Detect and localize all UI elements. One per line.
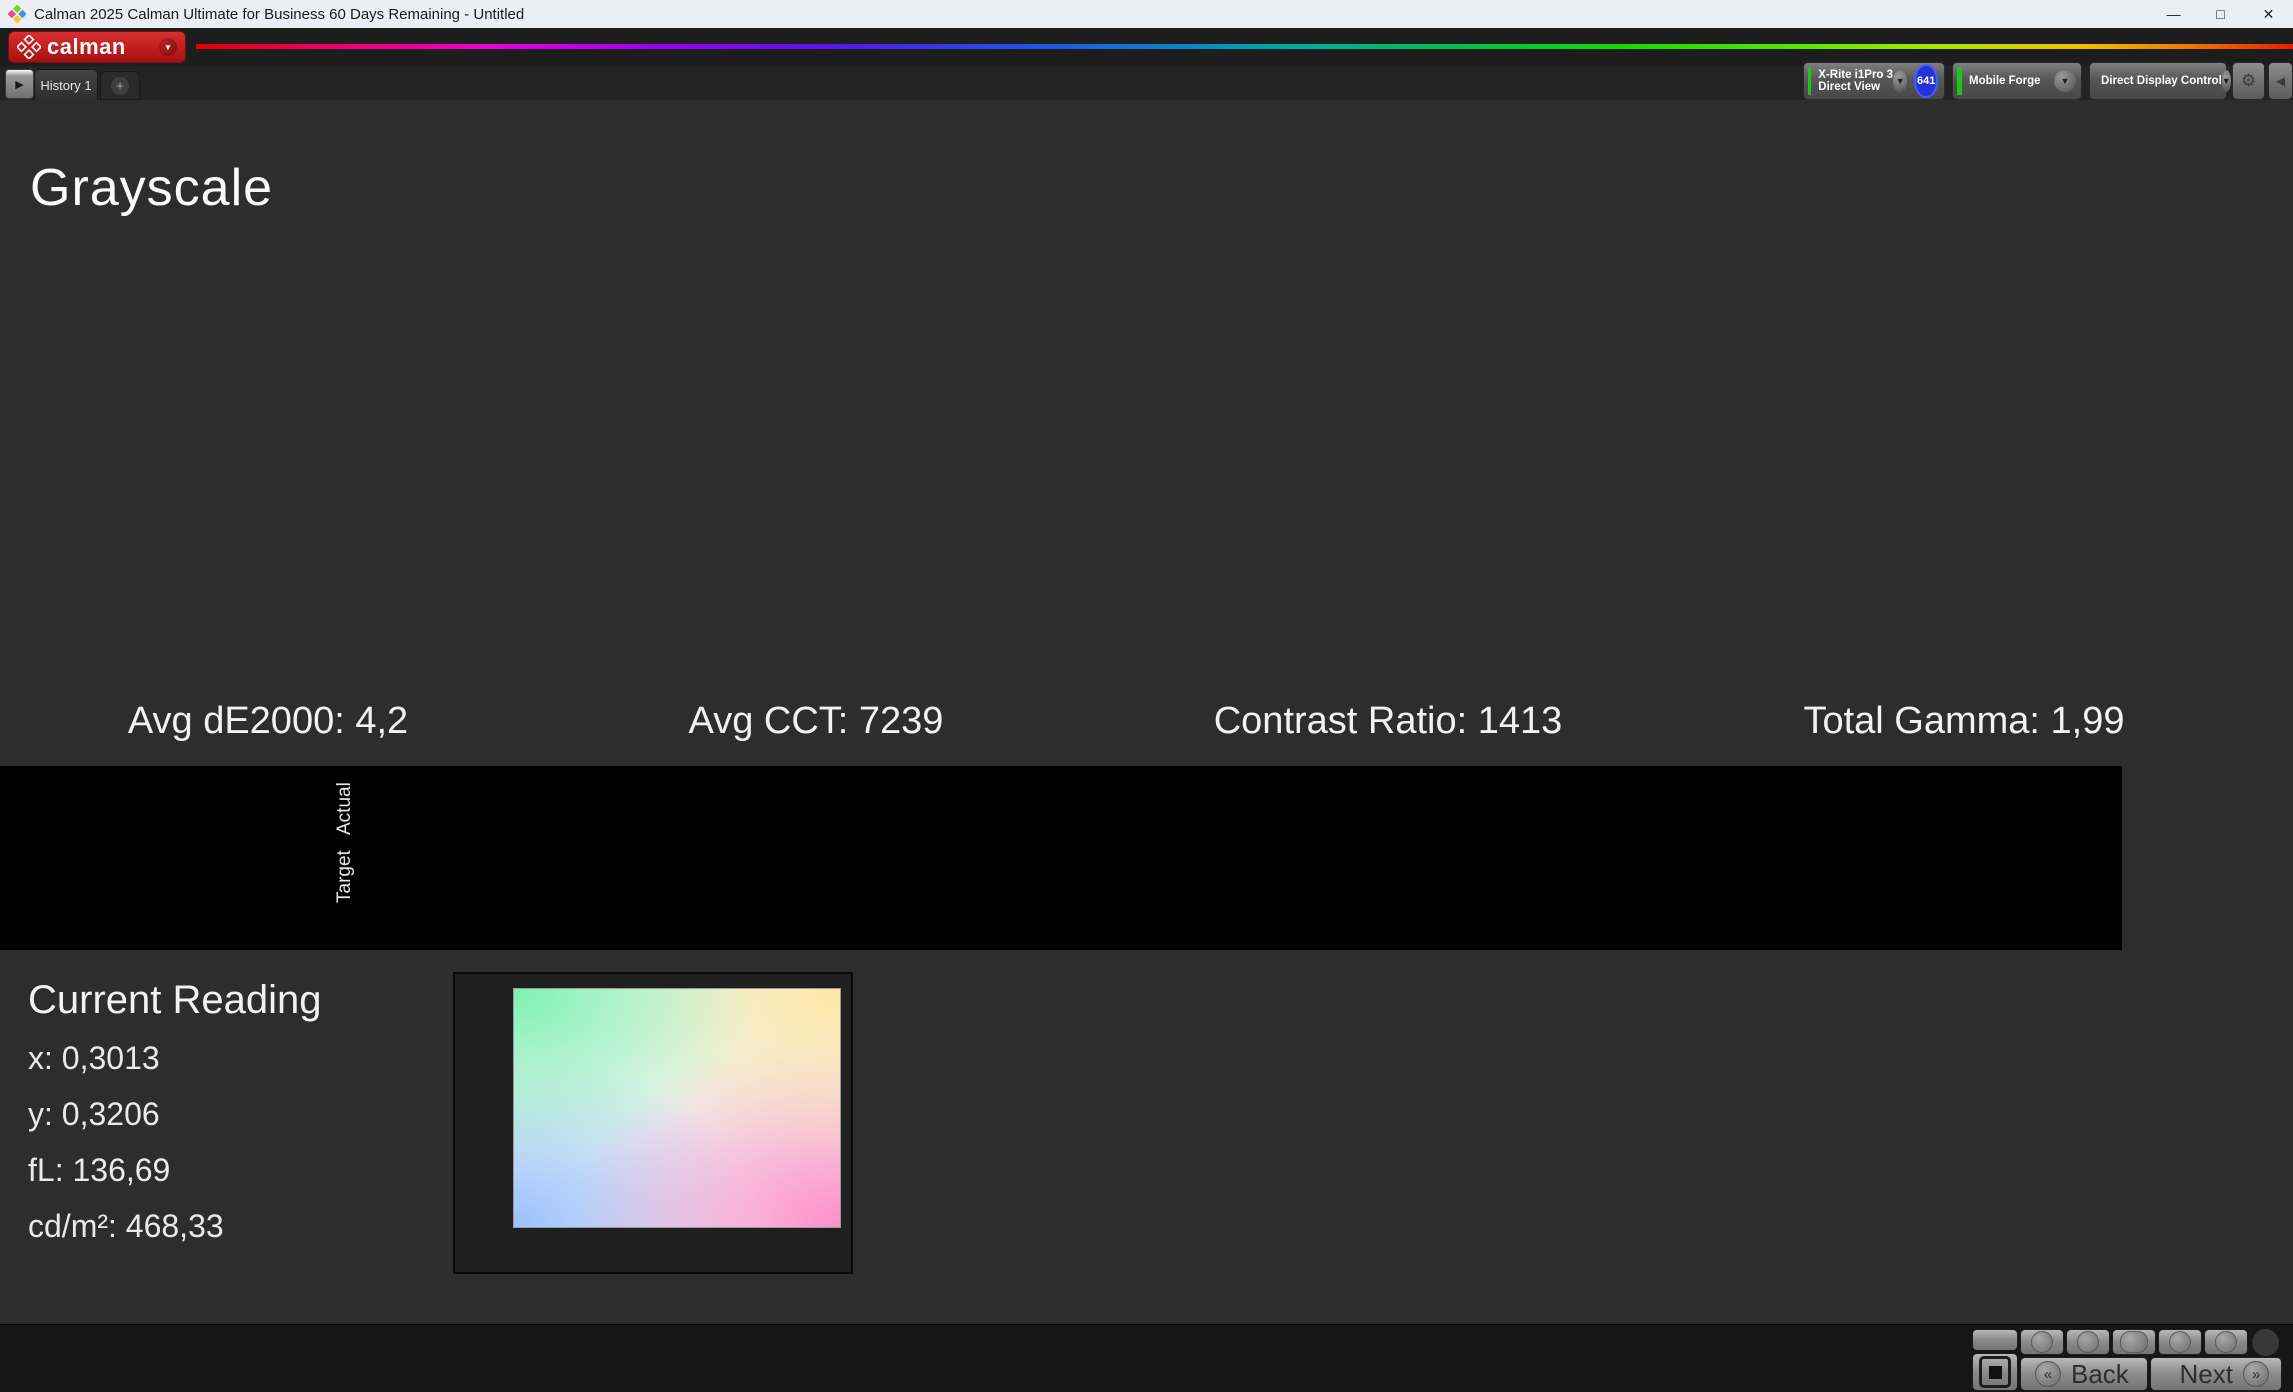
minimize-button[interactable]: — xyxy=(2150,0,2197,28)
stop-icon xyxy=(2031,1331,2053,1353)
grayscale-swatch-strip: Actual Target xyxy=(0,766,2122,950)
patch-toolbar: « Back Next » xyxy=(0,1324,2293,1392)
stat-avg-de2000: Avg dE2000: 4,2 xyxy=(128,700,408,743)
app-window: Calman 2025 Calman Ultimate for Business… xyxy=(0,0,2293,1392)
stop-measure-button[interactable] xyxy=(2020,1329,2064,1355)
meter-dropdown[interactable]: X-Rite i1Pro 3 Direct View ▼ 641 xyxy=(1803,62,1945,100)
page-title: Grayscale xyxy=(30,158,273,218)
current-reading-title: Current Reading xyxy=(28,978,322,1023)
chevron-left-icon: ◀ xyxy=(2276,74,2285,88)
rainbow-gradient-bar xyxy=(196,44,2293,49)
display-control-name: Direct Display Control xyxy=(2101,75,2222,87)
cie-overlay xyxy=(514,989,840,1227)
series-measure-button[interactable] xyxy=(2112,1329,2156,1355)
calman-menu-button[interactable]: calman ▼ xyxy=(8,31,186,63)
meter-mode: Direct View xyxy=(1818,81,1880,93)
series-icon xyxy=(2120,1331,2148,1353)
maximize-button[interactable]: □ xyxy=(2197,0,2244,28)
cie-chromaticity-panel xyxy=(453,972,853,1274)
calman-wordmark: calman xyxy=(47,34,126,60)
source-name: Mobile Forge xyxy=(1969,75,2041,87)
display-control-dropdown[interactable]: Direct Display Control ▼ xyxy=(2089,62,2227,100)
chevron-down-icon: ▼ xyxy=(1893,70,1907,92)
window-pattern-button[interactable] xyxy=(1972,1353,2018,1391)
refresh-icon xyxy=(2215,1331,2237,1353)
collapse-panel-button[interactable]: ◀ xyxy=(2268,62,2293,100)
target-row-label: Target xyxy=(334,842,356,912)
infinity-icon xyxy=(2169,1331,2191,1353)
title-bar: Calman 2025 Calman Ultimate for Business… xyxy=(0,0,2293,28)
gamma-loglog-chart xyxy=(1415,186,2293,688)
reading-fl: fL: 136,69 xyxy=(28,1152,170,1189)
calman-app-icon xyxy=(8,5,26,23)
meter-count-badge: 641 xyxy=(1914,64,1938,98)
next-label: Next xyxy=(2180,1359,2233,1390)
back-label: Back xyxy=(2071,1359,2129,1390)
stat-contrast-ratio: Contrast Ratio: 1413 xyxy=(1214,700,1563,743)
source-dropdown[interactable]: Mobile Forge ▼ xyxy=(1952,62,2082,100)
close-button[interactable]: ✕ xyxy=(2245,0,2292,28)
reading-y: y: 0,3206 xyxy=(28,1096,160,1133)
chevron-down-icon: ▼ xyxy=(2054,70,2076,92)
reading-cdm2: cd/m²: 468,33 xyxy=(28,1208,224,1245)
pattern-window-icon xyxy=(1979,1356,2011,1388)
back-button[interactable]: « Back xyxy=(2020,1357,2148,1391)
source-status-stripe xyxy=(1957,67,1962,95)
tab-history-1[interactable]: History 1 xyxy=(34,69,98,100)
workflow-play-button[interactable]: ▶ xyxy=(5,69,34,99)
calman-diamond-icon xyxy=(17,35,41,59)
meter-name: X-Rite i1Pro 3 xyxy=(1818,69,1893,81)
plus-icon: + xyxy=(111,77,129,95)
settings-button[interactable]: ⚙ xyxy=(2232,62,2265,100)
play-measure-button[interactable] xyxy=(2066,1329,2110,1355)
stat-avg-cct: Avg CCT: 7239 xyxy=(689,700,944,743)
chevron-double-left-icon: « xyxy=(2035,1361,2061,1387)
chevron-double-right-icon: » xyxy=(2243,1361,2269,1387)
status-led xyxy=(2252,1329,2279,1356)
window-title: Calman 2025 Calman Ultimate for Business… xyxy=(34,6,524,23)
add-tab-button[interactable]: + xyxy=(100,71,140,100)
deltae2000-bar-chart xyxy=(22,276,508,688)
tab-row xyxy=(0,66,2293,100)
refresh-measure-button[interactable] xyxy=(2204,1329,2248,1355)
actual-row-label: Actual xyxy=(334,774,356,844)
reading-x: x: 0,3013 xyxy=(28,1040,160,1077)
chevron-down-icon: ▼ xyxy=(159,38,177,56)
chevron-down-icon: ▼ xyxy=(2222,70,2231,92)
meter-status-stripe xyxy=(1808,67,1811,95)
stat-total-gamma: Total Gamma: 1,99 xyxy=(1803,700,2124,743)
logo-row: calman ▼ xyxy=(0,28,2293,66)
cie-gamut-plot xyxy=(513,988,841,1228)
gear-icon: ⚙ xyxy=(2241,71,2256,91)
next-button[interactable]: Next » xyxy=(2150,1357,2282,1391)
continuous-measure-button[interactable] xyxy=(2158,1329,2202,1355)
play-icon xyxy=(2077,1331,2099,1353)
expand-up-button[interactable] xyxy=(1972,1329,2018,1351)
rgb-balance-chart xyxy=(552,186,1392,688)
